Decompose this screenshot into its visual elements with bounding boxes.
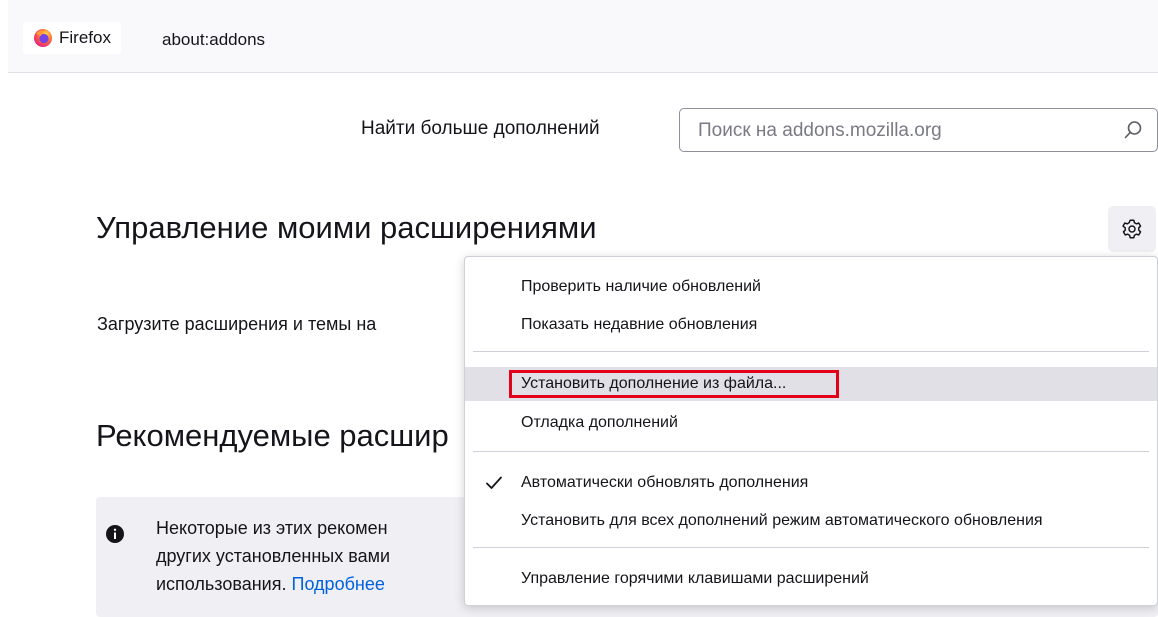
addons-search-box[interactable] [679,108,1158,152]
checkmark-icon [486,476,502,489]
search-icon[interactable] [1123,120,1143,140]
url-text[interactable]: about:addons [162,30,265,50]
menu-separator [473,351,1149,352]
extensions-description: Загрузите расширения и темы на [97,314,377,334]
identity-box[interactable]: Firefox [23,22,121,54]
menu-item-label: Отладка дополнений [521,414,678,431]
menu-item-recent-updates[interactable]: Показать недавние обновления [465,308,1157,342]
url-bar[interactable]: Firefox about:addons [8,0,1158,73]
menu-item-label: Автоматически обновлять дополнения [521,474,809,491]
tab-label: Firefox [59,28,111,47]
menu-item-debug-addons[interactable]: Отладка дополнений [465,406,1157,440]
menu-item-label: Управление горячими клавишами расширений [521,570,869,587]
find-more-label: Найти больше дополнений [361,118,600,139]
notice-line-3-text: использования. [156,574,287,594]
tools-dropdown-menu: Проверить наличие обновлений Показать не… [464,256,1158,606]
menu-item-reset-auto-update[interactable]: Установить для всех дополнений режим авт… [465,504,1157,538]
recommended-heading: Рекомендуемые расшир [96,418,449,453]
menu-separator [473,547,1149,548]
notice-line-2: других установленных вами [156,546,391,566]
menu-item-auto-update[interactable]: Автоматически обновлять дополнения [465,466,1157,500]
notice-line-1: Некоторые из этих рекомен [156,518,388,538]
search-input[interactable] [696,117,1100,145]
menu-item-label: Показать недавние обновления [521,316,758,333]
menu-item-install-from-file[interactable]: Установить дополнение из файла... [465,367,1157,401]
firefox-logo-icon [34,29,52,47]
info-icon [106,525,124,543]
menu-item-check-updates[interactable]: Проверить наличие обновлений [465,270,1157,304]
menu-item-label: Установить для всех дополнений режим авт… [521,512,1043,529]
red-highlight-box [509,370,839,398]
menu-item-manage-shortcuts[interactable]: Управление горячими клавишами расширений [465,562,1157,596]
notice-line-3: использования. Подробнее [156,570,390,598]
tools-menu-button[interactable] [1108,206,1156,252]
page-title: Управление моими расширениями [96,210,597,245]
gear-icon [1122,219,1142,239]
learn-more-link[interactable]: Подробнее [292,574,385,594]
menu-separator [473,451,1149,452]
menu-item-label: Проверить наличие обновлений [521,278,761,295]
